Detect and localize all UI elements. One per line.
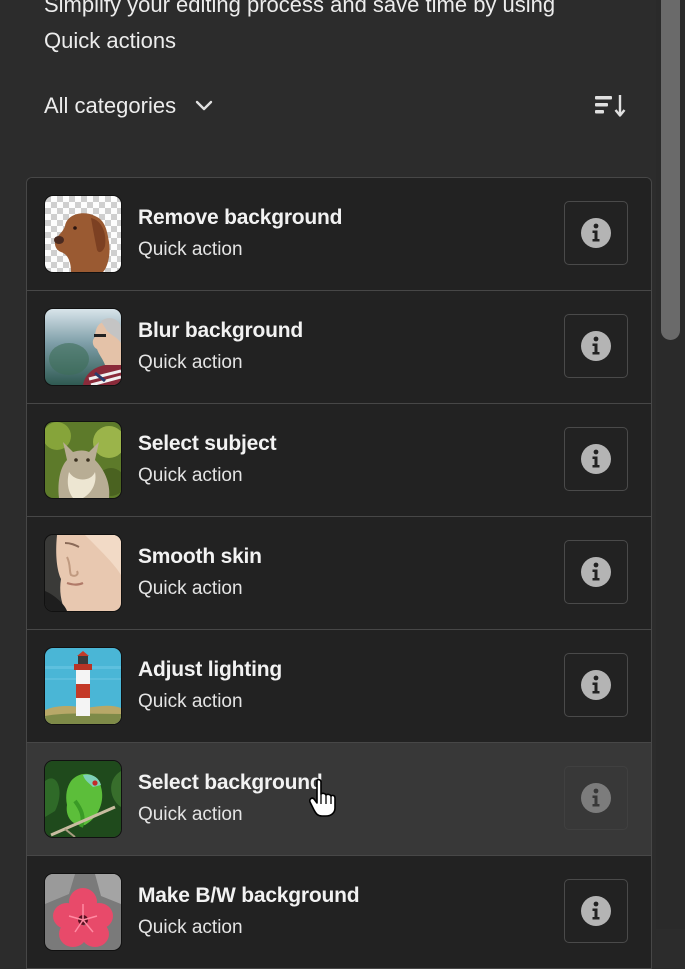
thumbnail-lighthouse — [45, 648, 121, 724]
action-subtitle: Quick action — [138, 352, 243, 373]
intro-line-1: Simplify your editing process and save t… — [44, 0, 556, 17]
info-icon — [581, 783, 611, 813]
list-item-blur-background[interactable]: Blur background Quick action — [27, 291, 651, 404]
category-dropdown[interactable]: All categories — [44, 93, 214, 119]
list-item-make-bw-background[interactable]: Make B/W background Quick action — [27, 856, 651, 969]
info-icon — [581, 218, 611, 248]
info-icon — [581, 331, 611, 361]
list-item-remove-background[interactable]: Remove background Quick action — [27, 178, 651, 291]
filter-bar: All categories — [44, 88, 629, 124]
action-title: Adjust lighting — [138, 658, 282, 681]
thumbnail-face — [45, 535, 121, 611]
action-subtitle: Quick action — [138, 804, 243, 825]
action-title: Blur background — [138, 319, 304, 342]
action-title: Select subject — [138, 432, 277, 455]
action-title: Smooth skin — [138, 545, 262, 568]
sort-button[interactable] — [593, 91, 629, 121]
action-title: Remove background — [138, 206, 343, 229]
list-item-select-background[interactable]: Select background Quick action — [27, 743, 651, 856]
thumbnail-dog — [45, 196, 121, 272]
info-button[interactable] — [564, 314, 628, 378]
info-icon — [581, 670, 611, 700]
action-subtitle: Quick action — [138, 239, 243, 260]
list-item-adjust-lighting[interactable]: Adjust lighting Quick action — [27, 630, 651, 743]
action-subtitle: Quick action — [138, 917, 243, 938]
info-button[interactable] — [564, 201, 628, 265]
info-icon — [581, 444, 611, 474]
thumbnail-parrot — [45, 761, 121, 837]
sort-descending-icon — [595, 95, 626, 117]
info-icon — [581, 557, 611, 587]
chevron-down-icon — [195, 100, 213, 111]
category-label: All categories — [44, 93, 177, 118]
info-icon — [581, 896, 611, 926]
info-button[interactable] — [564, 427, 628, 491]
thumbnail-cat — [45, 422, 121, 498]
info-button[interactable] — [564, 653, 628, 717]
action-title: Select background — [138, 771, 323, 794]
scrollbar-thumb[interactable] — [661, 0, 680, 340]
action-subtitle: Quick action — [138, 691, 243, 712]
action-title: Make B/W background — [138, 884, 360, 907]
intro-text: Simplify your editing process and save t… — [44, 0, 644, 59]
intro-line-2: Quick actions — [44, 28, 177, 53]
thumbnail-pink-flower — [45, 874, 121, 950]
list-item-select-subject[interactable]: Select subject Quick action — [27, 404, 651, 517]
info-button[interactable] — [564, 879, 628, 943]
info-button[interactable] — [564, 766, 628, 830]
info-button[interactable] — [564, 540, 628, 604]
action-subtitle: Quick action — [138, 465, 243, 486]
quick-actions-list: Remove background Quick action Blur back… — [26, 177, 652, 969]
thumbnail-woman-profile — [45, 309, 121, 385]
action-subtitle: Quick action — [138, 578, 243, 599]
list-item-smooth-skin[interactable]: Smooth skin Quick action — [27, 517, 651, 630]
